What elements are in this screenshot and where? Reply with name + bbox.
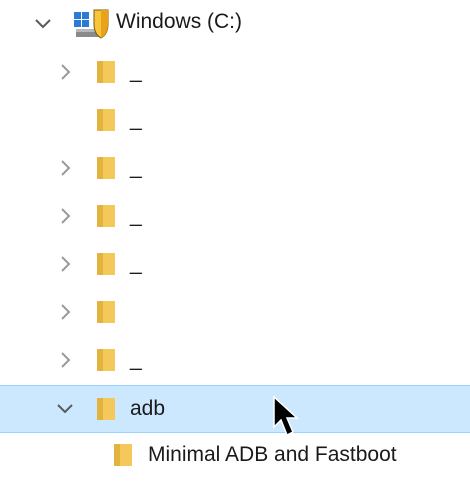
chevron-right-icon[interactable] [54,253,76,275]
tree-item-folder[interactable]: _ [0,240,470,288]
tree-item-label: _ [130,108,142,131]
tree-item-label: adb [130,397,166,420]
folder-icon [95,299,117,325]
chevron-right-icon[interactable] [54,205,76,227]
mouse-pointer-icon [272,395,306,439]
tree-item-folder[interactable] [0,288,470,336]
tree-item-minimal-adb-and-fastboot[interactable]: Minimal ADB and Fastboot [0,433,470,481]
folder-icon [95,107,117,133]
chevron-down-icon[interactable] [54,398,76,420]
folder-icon [95,155,117,181]
chevron-right-icon[interactable] [54,301,76,323]
tree-item-label: _ [130,60,142,83]
folder-icon [95,347,117,373]
folder-icon [95,203,117,229]
tree-item-label: Windows (C:) [116,10,243,33]
drive-shield-icon [72,4,112,44]
tree-item-label: Minimal ADB and Fastboot [148,443,397,466]
tree-item-label: _ [130,252,142,275]
tree-item-folder[interactable]: _ [0,144,470,192]
tree-item-adb[interactable]: adb [0,385,470,433]
folder-icon [95,251,117,277]
chevron-right-icon[interactable] [54,61,76,83]
chevron-right-icon[interactable] [54,349,76,371]
folder-icon [112,442,134,468]
tree-item-folder[interactable]: _ [0,48,470,96]
folder-icon [95,59,117,85]
tree-item-windows-c[interactable]: Windows (C:) [0,0,470,48]
tree-item-label: _ [130,348,142,371]
tree-item-folder[interactable]: _ [0,96,470,144]
tree-item-label: _ [130,156,142,179]
chevron-down-icon[interactable] [32,13,54,35]
tree-item-folder[interactable]: _ [0,336,470,384]
tree-item-folder[interactable]: _ [0,192,470,240]
folder-icon [95,396,117,422]
chevron-right-icon[interactable] [54,157,76,179]
tree-item-label: _ [130,204,142,227]
navigation-tree: Windows (C:) _ _ _ _ _ _ adb Minimal ADB… [0,0,470,466]
